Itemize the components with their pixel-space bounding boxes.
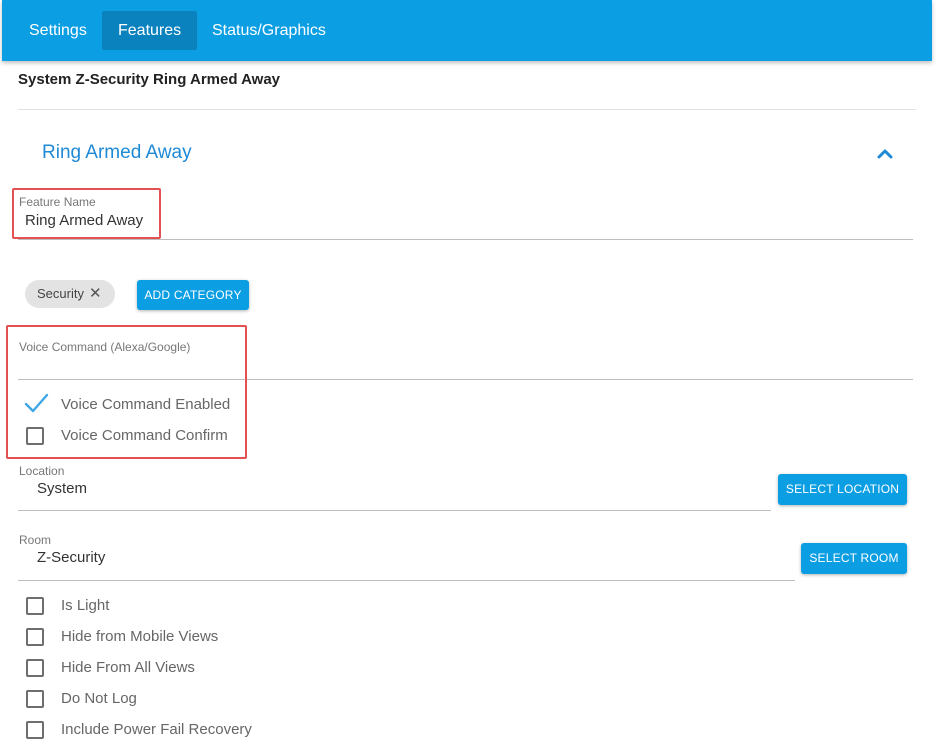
feature-name-underline bbox=[18, 239, 913, 240]
add-category-button[interactable]: ADD CATEGORY bbox=[137, 280, 249, 310]
page-title: System Z-Security Ring Armed Away bbox=[18, 71, 281, 88]
checkbox-include-power-fail-recovery[interactable]: Include Power Fail Recovery bbox=[26, 720, 266, 740]
chevron-up-icon[interactable] bbox=[876, 146, 894, 160]
section-title[interactable]: Ring Armed Away bbox=[42, 142, 192, 164]
tab-features[interactable]: Features bbox=[102, 11, 198, 50]
remove-chip-icon[interactable]: ✕ bbox=[89, 280, 102, 308]
select-location-button[interactable]: SELECT LOCATION bbox=[778, 474, 907, 505]
checkbox-box bbox=[26, 659, 44, 677]
highlight-box-voice-command bbox=[6, 325, 247, 459]
checkbox-label: Include Power Fail Recovery bbox=[61, 721, 252, 738]
checkbox-is-light[interactable]: Is Light bbox=[26, 596, 246, 616]
divider bbox=[18, 109, 916, 110]
checkbox-box bbox=[26, 690, 44, 708]
tab-status-graphics[interactable]: Status/Graphics bbox=[196, 11, 342, 50]
tab-settings[interactable]: Settings bbox=[13, 11, 103, 50]
room-label: Room bbox=[19, 533, 52, 547]
checkbox-box bbox=[26, 597, 44, 615]
checkbox-hide-from-mobile-views[interactable]: Hide from Mobile Views bbox=[26, 627, 246, 647]
checkbox-do-not-log[interactable]: Do Not Log bbox=[26, 689, 246, 709]
room-input[interactable]: Z-Security bbox=[37, 549, 105, 566]
location-underline bbox=[18, 510, 771, 511]
checkbox-label: Do Not Log bbox=[61, 690, 137, 707]
category-chip-security: Security ✕ bbox=[25, 280, 115, 308]
checkbox-label: Hide From All Views bbox=[61, 659, 195, 676]
checkbox-label: Is Light bbox=[61, 597, 110, 614]
room-underline bbox=[18, 580, 795, 581]
top-nav-bar: Settings Features Status/Graphics bbox=[2, 0, 932, 61]
location-label: Location bbox=[19, 464, 65, 478]
select-room-button[interactable]: SELECT ROOM bbox=[801, 543, 907, 574]
checkbox-box bbox=[26, 628, 44, 646]
category-chip-label: Security bbox=[37, 286, 84, 301]
checkbox-box bbox=[26, 721, 44, 739]
location-input[interactable]: System bbox=[37, 480, 87, 497]
highlight-box-feature-name bbox=[12, 188, 161, 239]
checkbox-hide-from-all-views[interactable]: Hide From All Views bbox=[26, 658, 246, 678]
checkbox-label: Hide from Mobile Views bbox=[61, 628, 219, 645]
